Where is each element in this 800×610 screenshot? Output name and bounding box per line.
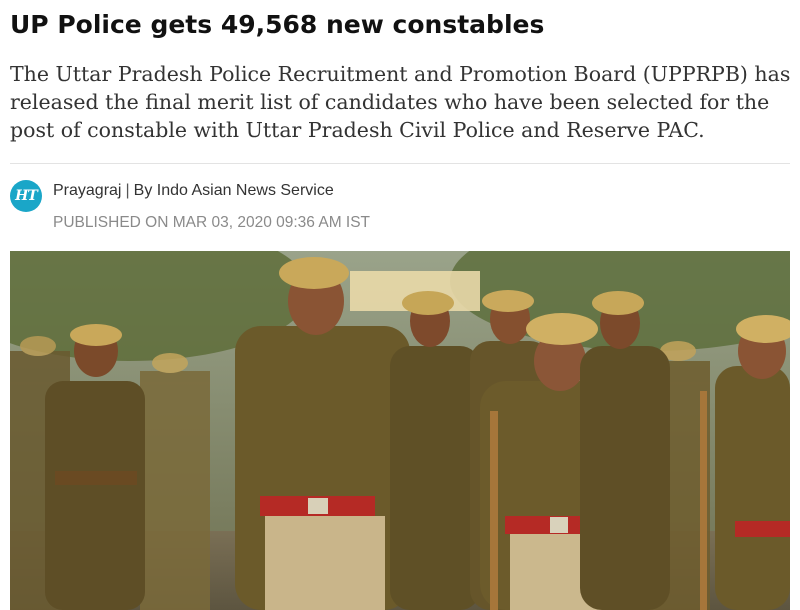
published-timestamp: PUBLISHED ON MAR 03, 2020 09:36 AM IST	[53, 214, 371, 231]
byline: HT Prayagraj | By Indo Asian News Service …	[10, 178, 790, 238]
article-summary: The Uttar Pradesh Police Recruitment and…	[10, 62, 791, 142]
byline-text: Prayagraj | By Indo Asian News Service	[53, 180, 334, 202]
byline-separator: |	[125, 182, 130, 199]
article-photo	[10, 251, 790, 610]
police-constables-photo	[10, 251, 790, 610]
divider	[10, 163, 790, 164]
ht-logo-icon: HT	[10, 180, 42, 212]
byline-author: By Indo Asian News Service	[133, 182, 334, 199]
article-headline: UP Police gets 49,568 new constables	[10, 10, 545, 39]
byline-location[interactable]: Prayagraj	[53, 182, 121, 199]
